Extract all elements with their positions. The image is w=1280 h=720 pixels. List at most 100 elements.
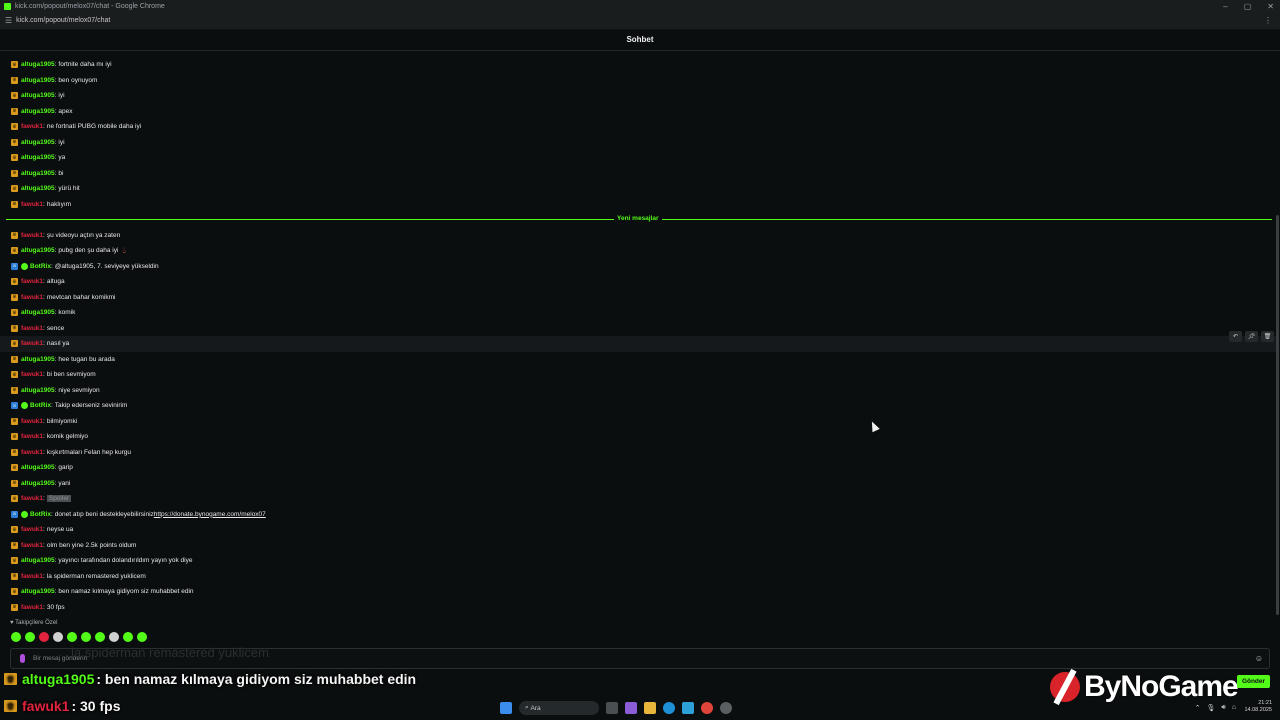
maximize-icon[interactable]: ▢ <box>1244 2 1252 11</box>
chat-username[interactable]: fawuk1 <box>21 449 43 456</box>
kebab-menu-icon[interactable]: ⋮ <box>1264 16 1272 25</box>
chat-message-row[interactable]: ♛ fawuk1: sence <box>0 321 1276 337</box>
chat-message-row[interactable]: ⚔ BotRix: donet atıp beni destekleyebilir… <box>0 507 1276 523</box>
network-icon[interactable]: ⌂ <box>1232 704 1236 712</box>
chat-message-row[interactable]: ♛ altuga1905: komik <box>0 305 1276 321</box>
chat-username[interactable]: altuga1905 <box>21 108 55 115</box>
emote-bar[interactable] <box>11 632 147 642</box>
chat-username[interactable]: altuga1905 <box>21 139 55 146</box>
chat-message-row[interactable]: ⚔ BotRix: @altuga1905, 7. seviyeye yüksel… <box>0 259 1276 275</box>
chat-message-row[interactable]: ♛ altuga1905: niye sevmiyon <box>0 383 1276 399</box>
chat-username[interactable]: altuga1905 <box>21 588 55 595</box>
copilot-icon[interactable] <box>625 702 637 714</box>
taskbar-search-label[interactable]: Ara <box>530 705 540 712</box>
chat-message-row[interactable]: ♛ altuga1905: yani <box>0 476 1276 492</box>
taskbar-search[interactable]: ⌕ Ara <box>519 701 599 715</box>
chat-username[interactable]: fawuk1 <box>21 340 43 347</box>
send-button[interactable]: Gönder <box>1237 675 1270 688</box>
chat-username[interactable]: fawuk1 <box>21 542 43 549</box>
chat-message-row[interactable]: ♛ fawuk1: la spiderman remastered yuklice… <box>0 569 1276 585</box>
emote-icon[interactable] <box>109 632 119 642</box>
clock[interactable]: 21:21 14.08.2025 <box>1244 700 1272 714</box>
chat-username[interactable]: fawuk1 <box>21 371 43 378</box>
chat-username[interactable]: fawuk1 <box>21 325 43 332</box>
chat-username[interactable]: fawuk1 <box>21 573 43 580</box>
obs-icon[interactable] <box>720 702 732 714</box>
store-icon[interactable] <box>682 702 694 714</box>
chat-username[interactable]: BotRix <box>30 263 51 270</box>
chat-username[interactable]: altuga1905 <box>21 77 55 84</box>
emote-icon[interactable] <box>67 632 77 642</box>
chat-message-row[interactable]: ♛ altuga1905: yürü hit <box>0 181 1276 197</box>
chat-username[interactable]: fawuk1 <box>21 232 43 239</box>
chat-username[interactable]: BotRix <box>30 402 51 409</box>
spoiler-text[interactable]: Spoiler <box>46 495 72 503</box>
chat-message-row[interactable]: ♛ altuga1905: fortnite daha mı iyi <box>0 57 1276 73</box>
chat-username[interactable]: altuga1905 <box>21 480 55 487</box>
edge-icon[interactable] <box>663 702 675 714</box>
chat-scrollbar[interactable] <box>1276 215 1279 615</box>
chat-username[interactable]: altuga1905 <box>21 92 55 99</box>
minimize-icon[interactable]: – <box>1223 2 1227 11</box>
chat-message-row[interactable]: ♛ fawuk1: altuga <box>0 274 1276 290</box>
chat-username[interactable]: fawuk1 <box>21 201 43 208</box>
chat-username[interactable]: altuga1905 <box>21 170 55 177</box>
close-icon[interactable]: ✕ <box>1267 2 1274 11</box>
reply-icon[interactable]: ↶ <box>1229 331 1242 342</box>
task-view-icon[interactable] <box>606 702 618 714</box>
chat-username[interactable]: fawuk1 <box>21 526 43 533</box>
chat-message-row[interactable]: ♛ fawuk1: ne fortnati PUBG mobile daha iy… <box>0 119 1276 135</box>
chat-username[interactable]: altuga1905 <box>21 61 55 68</box>
chat-message-row[interactable]: ♛ fawuk1: bilmiyomki <box>0 414 1276 430</box>
chat-username[interactable]: fawuk1 <box>21 294 43 301</box>
chat-message-row[interactable]: ♛ altuga1905: iyi <box>0 88 1276 104</box>
emote-icon[interactable] <box>137 632 147 642</box>
chat-message-row[interactable]: ♛ altuga1905: pubg den şu daha iyi 💧︎ <box>0 243 1276 259</box>
chat-message-row[interactable]: ♛ altuga1905: iyi <box>0 135 1276 151</box>
chat-message-row[interactable]: ♛ altuga1905: ben namaz kılmaya gidiyom s… <box>0 584 1276 600</box>
chat-message-row[interactable]: ♛ altuga1905: garip <box>0 460 1276 476</box>
emote-icon[interactable] <box>95 632 105 642</box>
chat-username[interactable]: fawuk1 <box>21 418 43 425</box>
emote-icon[interactable] <box>39 632 49 642</box>
file-explorer-icon[interactable] <box>644 702 656 714</box>
chat-message-row[interactable]: ♛ altuga1905: hee tugan bu arada <box>0 352 1276 368</box>
chat-message-row[interactable]: ♛ altuga1905: ya <box>0 150 1276 166</box>
url-text[interactable]: kick.com/popout/melox07/chat <box>16 17 110 24</box>
tray-mic-icon[interactable]: 🎙︎ <box>1206 704 1215 712</box>
delete-icon[interactable]: 🗑︎ <box>1261 331 1274 342</box>
emote-icon[interactable] <box>81 632 91 642</box>
chat-message-row[interactable]: ♛ fawuk1: mevtcan bahar komikmi <box>0 290 1276 306</box>
chat-username[interactable]: altuga1905 <box>21 247 55 254</box>
donate-link[interactable]: https://donate.bynogame.com/melox07 <box>154 511 266 518</box>
chat-username[interactable]: altuga1905 <box>21 387 55 394</box>
chat-username[interactable]: BotRix <box>30 511 51 518</box>
chat-message-row[interactable]: ♛ fawuk1: Spoiler <box>0 491 1276 507</box>
chat-message-row[interactable]: ♛ altuga1905: apex <box>0 104 1276 120</box>
chat-username[interactable]: fawuk1 <box>21 495 43 502</box>
chat-username[interactable]: altuga1905 <box>21 464 55 471</box>
chat-message-row[interactable]: ♛ fawuk1: kışkırtmaları Felan hep kurgu <box>0 445 1276 461</box>
chat-username[interactable]: altuga1905 <box>21 185 55 192</box>
emote-icon[interactable] <box>123 632 133 642</box>
chat-username[interactable]: fawuk1 <box>21 433 43 440</box>
chat-username[interactable]: altuga1905 <box>21 309 55 316</box>
volume-icon[interactable]: 🔊︎ <box>1221 704 1225 712</box>
chat-message-row[interactable]: ♛ altuga1905: ben oynuyom <box>0 73 1276 89</box>
chat-input[interactable]: Bir mesaj gönderin la spiderman remaster… <box>10 645 1270 669</box>
address-bar[interactable]: ☰ kick.com/popout/melox07/chat ⋮ <box>0 12 1280 30</box>
chat-message-row[interactable]: ♛ fawuk1: komik gelmiyo <box>0 429 1276 445</box>
emoji-icon[interactable]: ☺ <box>1255 654 1263 663</box>
chat-message-row[interactable]: ♛ fawuk1: 30 fps <box>0 600 1276 616</box>
chat-message-row[interactable]: ♛ fawuk1: neyse ua <box>0 522 1276 538</box>
chat-username[interactable]: fawuk1 <box>21 123 43 130</box>
tray-chevron-icon[interactable]: ⌃ <box>1195 704 1201 712</box>
chat-message-row[interactable]: ♛ fawuk1: haklıyım <box>0 197 1276 213</box>
chat-username[interactable]: altuga1905 <box>21 356 55 363</box>
chat-message-row[interactable]: ♛ fawuk1: bi ben sevmiyom <box>0 367 1276 383</box>
chat-message-row[interactable]: ♛ fawuk1: şu videoyu açtın ya zaten <box>0 228 1276 244</box>
chat-username[interactable]: altuga1905 <box>21 154 55 161</box>
chat-message-row[interactable]: ♛ fawuk1: olm ben yine 2.5k points oldum <box>0 538 1276 554</box>
chat-message-row[interactable]: ⚔ BotRix: Takip ederseniz sevinirim <box>0 398 1276 414</box>
chat-username[interactable]: altuga1905 <box>21 557 55 564</box>
